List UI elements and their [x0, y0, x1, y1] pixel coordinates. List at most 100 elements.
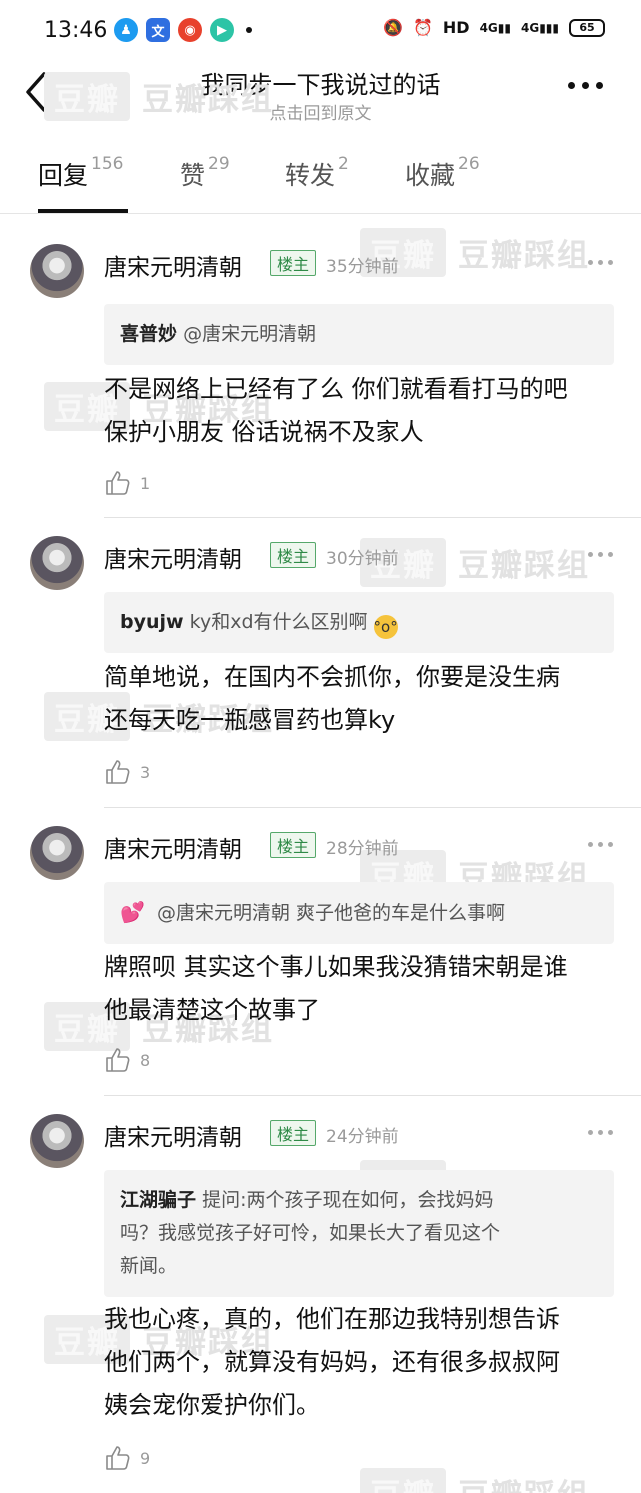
author-name[interactable]: 唐宋元明清朝 [104, 1118, 242, 1152]
comment-more-button[interactable] [588, 842, 613, 847]
flushed-face-emoji-icon: °o° [373, 615, 398, 639]
quote-line: 吗？我感觉孩子好可怜，如果长大了看见这个 [120, 1222, 501, 1244]
like-button[interactable]: 3 [104, 758, 150, 786]
thumbs-up-icon [106, 760, 130, 784]
like-button[interactable]: 1 [104, 469, 150, 497]
notification-icons: ♟ 文 ◉ ▶ [114, 18, 252, 42]
tab-label: 回复 [38, 161, 89, 190]
quote-author: byujw [120, 611, 184, 633]
dot-icon [598, 552, 603, 557]
quoted-reply[interactable]: 江湖骗子 提问:两个孩子现在如何，会找妈妈 吗？我感觉孩子好可怜，如果长大了看见… [104, 1170, 614, 1297]
battery-icon: 65 [569, 18, 605, 37]
quote-line: 新闻。 [120, 1255, 178, 1277]
comment-time: 30分钟前 [326, 549, 399, 569]
comment-line: 他们两个，就算没有妈妈，还有很多叔叔阿 [104, 1348, 560, 1376]
status-bar: 13:46 ♟ 文 ◉ ▶ 🔕 ⏰ HD 4G▮▮ 4G▮▮▮ 65 [0, 0, 641, 62]
like-button[interactable]: 9 [104, 1444, 150, 1472]
dot-icon [608, 1130, 613, 1135]
back-to-original-link[interactable]: 点击回到原文 [0, 99, 641, 124]
comment-time: 35分钟前 [326, 257, 399, 277]
comment-time: 28分钟前 [326, 839, 399, 859]
comment-more-button[interactable] [588, 552, 613, 557]
tab-favorites[interactable]: 收藏 26 [405, 154, 480, 192]
op-badge: 楼主 [270, 542, 316, 568]
quoted-reply[interactable]: 💕 @唐宋元明清朝 爽子他爸的车是什么事啊 [104, 882, 614, 944]
tab-label: 赞 [180, 161, 206, 190]
signal-2-icon: 4G▮▮▮ [520, 20, 559, 35]
op-badge: 楼主 [270, 250, 316, 276]
tab-count: 29 [208, 154, 230, 174]
comment-body: 不是网络上已经有了么 你们就看看打马的吧 保护小朋友 俗话说祸不及家人 [104, 368, 624, 454]
signal-1-icon: 4G▮▮ [479, 20, 511, 35]
quote-text: 提问:两个孩子现在如何，会找妈妈 [202, 1189, 494, 1211]
hd-label: HD [442, 18, 470, 37]
dot-icon [588, 842, 593, 847]
quote-text: @唐宋元明清朝 [183, 323, 317, 345]
dot-icon [608, 260, 613, 265]
comment-line: 我也心疼，真的，他们在那边我特别想告诉 [104, 1305, 560, 1333]
comment-more-button[interactable] [588, 1130, 613, 1135]
op-badge: 楼主 [270, 1120, 316, 1146]
like-count: 8 [140, 1050, 151, 1070]
quoted-reply[interactable]: 喜普妙 @唐宋元明清朝 [104, 304, 614, 365]
comment-body: 我也心疼，真的，他们在那边我特别想告诉 他们两个，就算没有妈妈，还有很多叔叔阿 … [104, 1298, 624, 1427]
more-dot-icon [596, 82, 603, 89]
quote-author: 喜普妙 [120, 323, 178, 345]
tab-replies[interactable]: 回复 156 [38, 154, 124, 192]
alarm-icon: ⏰ [412, 18, 433, 37]
quote-text: ky和xd有什么区别啊 [189, 611, 368, 633]
thumbs-up-icon [106, 1048, 130, 1072]
more-options-button[interactable] [568, 82, 603, 89]
status-time: 13:46 [44, 18, 108, 43]
quote-author: 江湖骗子 [120, 1189, 197, 1211]
comment-line: 保护小朋友 俗话说祸不及家人 [104, 418, 424, 446]
comment-body: 牌照呗 其实这个事儿如果我没猜错宋朝是谁 他最清楚这个故事了 [104, 946, 624, 1032]
page-title: 我同步一下我说过的话 [200, 71, 441, 99]
avatar[interactable] [30, 536, 84, 590]
op-badge: 楼主 [270, 832, 316, 858]
tab-likes[interactable]: 赞 29 [180, 154, 230, 192]
comment-line: 还每天吃一瓶感冒药也算ky [104, 706, 396, 734]
dot-icon [598, 260, 603, 265]
comment-body: 简单地说，在国内不会抓你，你要是没生病 还每天吃一瓶感冒药也算ky [104, 656, 624, 742]
comment-line: 不是网络上已经有了么 你们就看看打马的吧 [104, 375, 568, 403]
tab-label: 转发 [285, 161, 336, 190]
tab-count: 2 [338, 154, 349, 174]
quote-line: 江湖骗子 提问:两个孩子现在如何，会找妈妈 [120, 1184, 598, 1217]
dot-icon [598, 1130, 603, 1135]
comment-line: 姨会宠你爱护你们。 [104, 1391, 320, 1419]
system-indicators: 🔕 ⏰ HD 4G▮▮ 4G▮▮▮ 65 [383, 18, 605, 37]
avatar[interactable] [30, 826, 84, 880]
like-count: 1 [140, 473, 151, 493]
comment-line: 简单地说，在国内不会抓你，你要是没生病 [104, 663, 560, 691]
comment-item: 唐宋元明清朝 楼主 24分钟前 江湖骗子 提问:两个孩子现在如何，会找妈妈 吗？… [0, 1096, 641, 1493]
dot-icon [588, 260, 593, 265]
more-dot-icon [582, 82, 589, 89]
avatar[interactable] [30, 1114, 84, 1168]
comment-item: 唐宋元明清朝 楼主 35分钟前 喜普妙 @唐宋元明清朝 不是网络上已经有了么 你… [0, 226, 641, 518]
dot-icon [588, 1130, 593, 1135]
active-tab-indicator [38, 209, 128, 213]
comment-item: 唐宋元明清朝 楼主 30分钟前 byujw ky和xd有什么区别啊 °o° 简单… [0, 518, 641, 808]
dot-icon [608, 842, 613, 847]
thumbs-up-icon [106, 1446, 130, 1470]
quoted-reply[interactable]: byujw ky和xd有什么区别啊 °o° [104, 592, 614, 653]
avatar[interactable] [30, 244, 84, 298]
dot-icon [598, 842, 603, 847]
more-dot-icon [568, 82, 575, 89]
like-button[interactable]: 8 [104, 1046, 150, 1074]
tab-count: 26 [458, 154, 480, 174]
author-name[interactable]: 唐宋元明清朝 [104, 248, 242, 282]
comment-item: 唐宋元明清朝 楼主 28分钟前 💕 @唐宋元明清朝 爽子他爸的车是什么事啊 牌照… [0, 808, 641, 1096]
tab-bar: 回复 156 赞 29 转发 2 收藏 26 [0, 132, 641, 214]
battery-level: 65 [579, 21, 595, 34]
comment-more-button[interactable] [588, 260, 613, 265]
weibo-app-icon: ◉ [178, 18, 202, 42]
author-name[interactable]: 唐宋元明清朝 [104, 830, 242, 864]
hearts-emoji-icon: 💕 [120, 900, 145, 924]
translate-app-icon: 文 [146, 18, 170, 42]
author-name[interactable]: 唐宋元明清朝 [104, 540, 242, 574]
tab-reposts[interactable]: 转发 2 [285, 154, 349, 192]
like-count: 9 [140, 1448, 151, 1468]
tab-count: 156 [91, 154, 124, 174]
